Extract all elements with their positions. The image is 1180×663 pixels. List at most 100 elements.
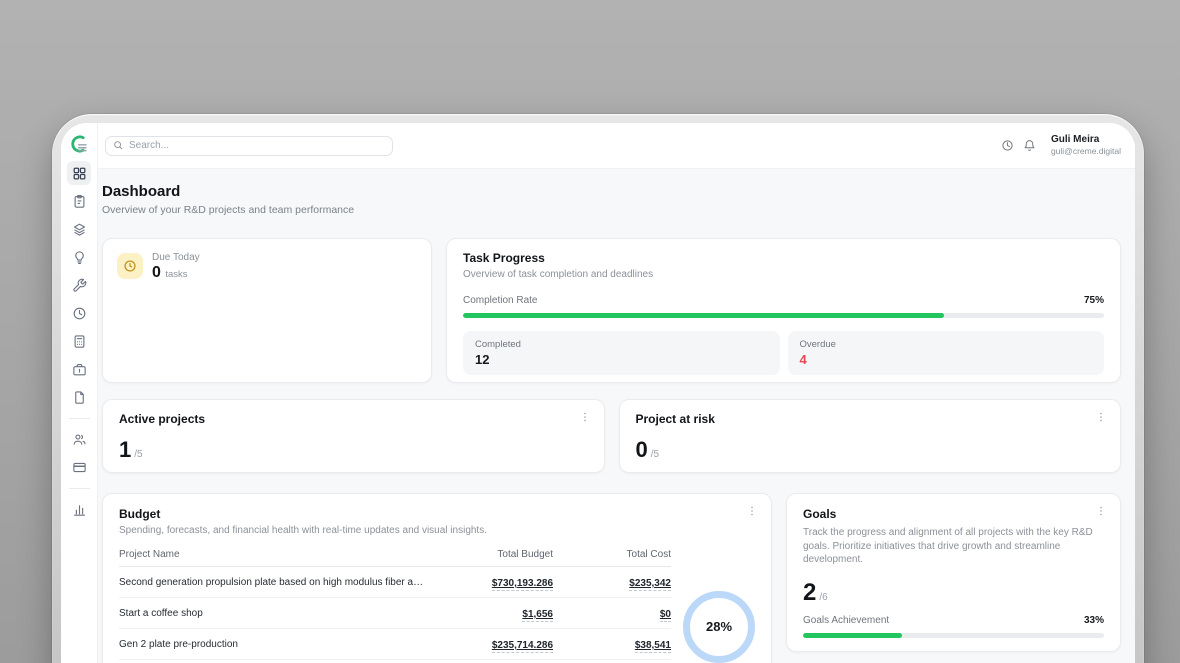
completed-stat[interactable]: Completed 12 [463, 331, 780, 375]
clock-icon [1001, 139, 1014, 152]
sidebar-item-time-tracking[interactable] [67, 301, 91, 325]
user-menu[interactable]: Guli Meira guli@creme.digital [1051, 134, 1121, 157]
due-today-card[interactable]: Due Today 0 tasks [102, 238, 432, 383]
column-total-cost: Total Cost [553, 549, 671, 560]
overdue-value: 4 [800, 352, 1093, 367]
column-total-budget: Total Budget [435, 549, 553, 560]
due-clock-badge [117, 253, 143, 279]
sidebar: V1.0 [61, 123, 98, 663]
active-projects-value: 1 [119, 437, 131, 463]
sidebar-item-documents[interactable] [67, 385, 91, 409]
total-cost-value[interactable]: $235,342 [629, 578, 671, 591]
completion-rate-label: Completion Rate [463, 295, 537, 306]
budget-table: Project Name Total Budget Total Cost Sec… [119, 544, 671, 663]
goals-subtitle: Track the progress and alignment of all … [803, 526, 1104, 567]
project-name: Second generation propulsion plate based… [119, 577, 435, 588]
goals-progressbar-fill [803, 633, 902, 638]
goals-progressbar [803, 633, 1104, 638]
active-projects-card[interactable]: Active projects 1 /5 [102, 399, 605, 473]
total-budget-value[interactable]: $1,656 [522, 609, 553, 622]
page-subtitle: Overview of your R&D projects and team p… [102, 204, 1121, 216]
app-window: V1.0 Guli Meira guli@creme.digital [61, 123, 1135, 663]
budget-table-header: Project Name Total Budget Total Cost [119, 544, 671, 567]
credit-card-icon [72, 460, 87, 475]
column-project-name: Project Name [119, 549, 435, 560]
completed-label: Completed [475, 339, 768, 350]
goals-card: Goals Track the progress and alignment o… [786, 493, 1121, 652]
clipboard-icon [72, 194, 87, 209]
file-icon [72, 390, 87, 405]
sidebar-item-analytics[interactable] [67, 497, 91, 521]
total-cost-value[interactable]: $38,541 [635, 640, 671, 653]
sidebar-item-team[interactable] [67, 427, 91, 451]
sidebar-item-ideas[interactable] [67, 245, 91, 269]
users-icon [72, 432, 87, 447]
main-area: Guli Meira guli@creme.digital Dashboard … [98, 123, 1135, 663]
sidebar-item-tasks[interactable] [67, 189, 91, 213]
due-today-count: 0 tasks [152, 264, 200, 282]
overdue-stat[interactable]: Overdue 4 [788, 331, 1105, 375]
goals-achievement-label: Goals Achievement [803, 615, 889, 626]
project-at-risk-title: Project at risk [636, 412, 1105, 426]
search-icon [113, 140, 123, 150]
total-budget-value[interactable]: $235,714.286 [492, 640, 553, 653]
sidebar-item-portfolio[interactable] [67, 357, 91, 381]
total-budget-value[interactable]: $730,193.286 [492, 578, 553, 591]
goals-total: /6 [819, 592, 827, 603]
sidebar-item-billing[interactable] [67, 455, 91, 479]
goals-title: Goals [803, 507, 1104, 521]
budget-title: Budget [119, 507, 755, 521]
project-at-risk-menu-button[interactable] [1094, 410, 1108, 424]
completed-value: 12 [475, 352, 768, 367]
bell-icon [1023, 139, 1036, 152]
table-row[interactable]: Start a coffee shop $1,656 $0 [119, 598, 671, 629]
project-at-risk-card[interactable]: Project at risk 0 /5 [619, 399, 1122, 473]
kebab-menu-icon [579, 411, 591, 423]
due-today-unit: tasks [165, 269, 187, 280]
sidebar-item-dashboard[interactable] [67, 161, 91, 185]
sidebar-divider [69, 418, 90, 419]
user-email: guli@creme.digital [1051, 146, 1121, 157]
budget-subtitle: Spending, forecasts, and financial healt… [119, 525, 755, 536]
briefcase-icon [72, 362, 87, 377]
clock-icon [123, 259, 137, 273]
task-progress-title: Task Progress [463, 251, 1104, 265]
table-row[interactable]: Second generation propulsion plate based… [119, 567, 671, 598]
search-input[interactable] [105, 136, 393, 156]
budget-card: Budget Spending, forecasts, and financia… [102, 493, 772, 663]
sidebar-item-tools[interactable] [67, 273, 91, 297]
total-cost-value[interactable]: $0 [660, 609, 671, 622]
goals-value: 2 [803, 579, 816, 607]
active-projects-menu-button[interactable] [578, 410, 592, 424]
sidebar-item-projects[interactable] [67, 217, 91, 241]
overdue-label: Overdue [800, 339, 1093, 350]
layers-icon [72, 222, 87, 237]
user-name: Guli Meira [1051, 134, 1121, 147]
project-at-risk-value: 0 [636, 437, 648, 463]
sidebar-divider [69, 488, 90, 489]
search-field [105, 135, 393, 156]
dashboard-content: Dashboard Overview of your R&D projects … [98, 169, 1135, 663]
completion-progressbar-fill [463, 313, 944, 318]
lightbulb-icon [72, 250, 87, 265]
device-frame: V1.0 Guli Meira guli@creme.digital [52, 114, 1144, 663]
bar-chart-icon [72, 502, 87, 517]
creme-logo-icon [69, 133, 89, 155]
kebab-menu-icon [1095, 505, 1107, 517]
notifications-button[interactable] [1019, 135, 1041, 157]
project-at-risk-total: /5 [651, 449, 659, 460]
budget-usage-ring: 28% [683, 591, 755, 663]
kebab-menu-icon [1095, 411, 1107, 423]
calculator-icon [72, 334, 87, 349]
sidebar-item-calculator[interactable] [67, 329, 91, 353]
topbar: Guli Meira guli@creme.digital [98, 123, 1135, 169]
budget-menu-button[interactable] [745, 504, 759, 518]
clock-icon [72, 306, 87, 321]
project-name: Gen 2 plate pre-production [119, 639, 435, 650]
completion-progressbar [463, 313, 1104, 318]
page-title: Dashboard [102, 183, 1121, 200]
goals-menu-button[interactable] [1094, 504, 1108, 518]
history-button[interactable] [997, 135, 1019, 157]
wrench-icon [72, 278, 87, 293]
table-row[interactable]: Gen 2 plate pre-production $235,714.286 … [119, 629, 671, 660]
